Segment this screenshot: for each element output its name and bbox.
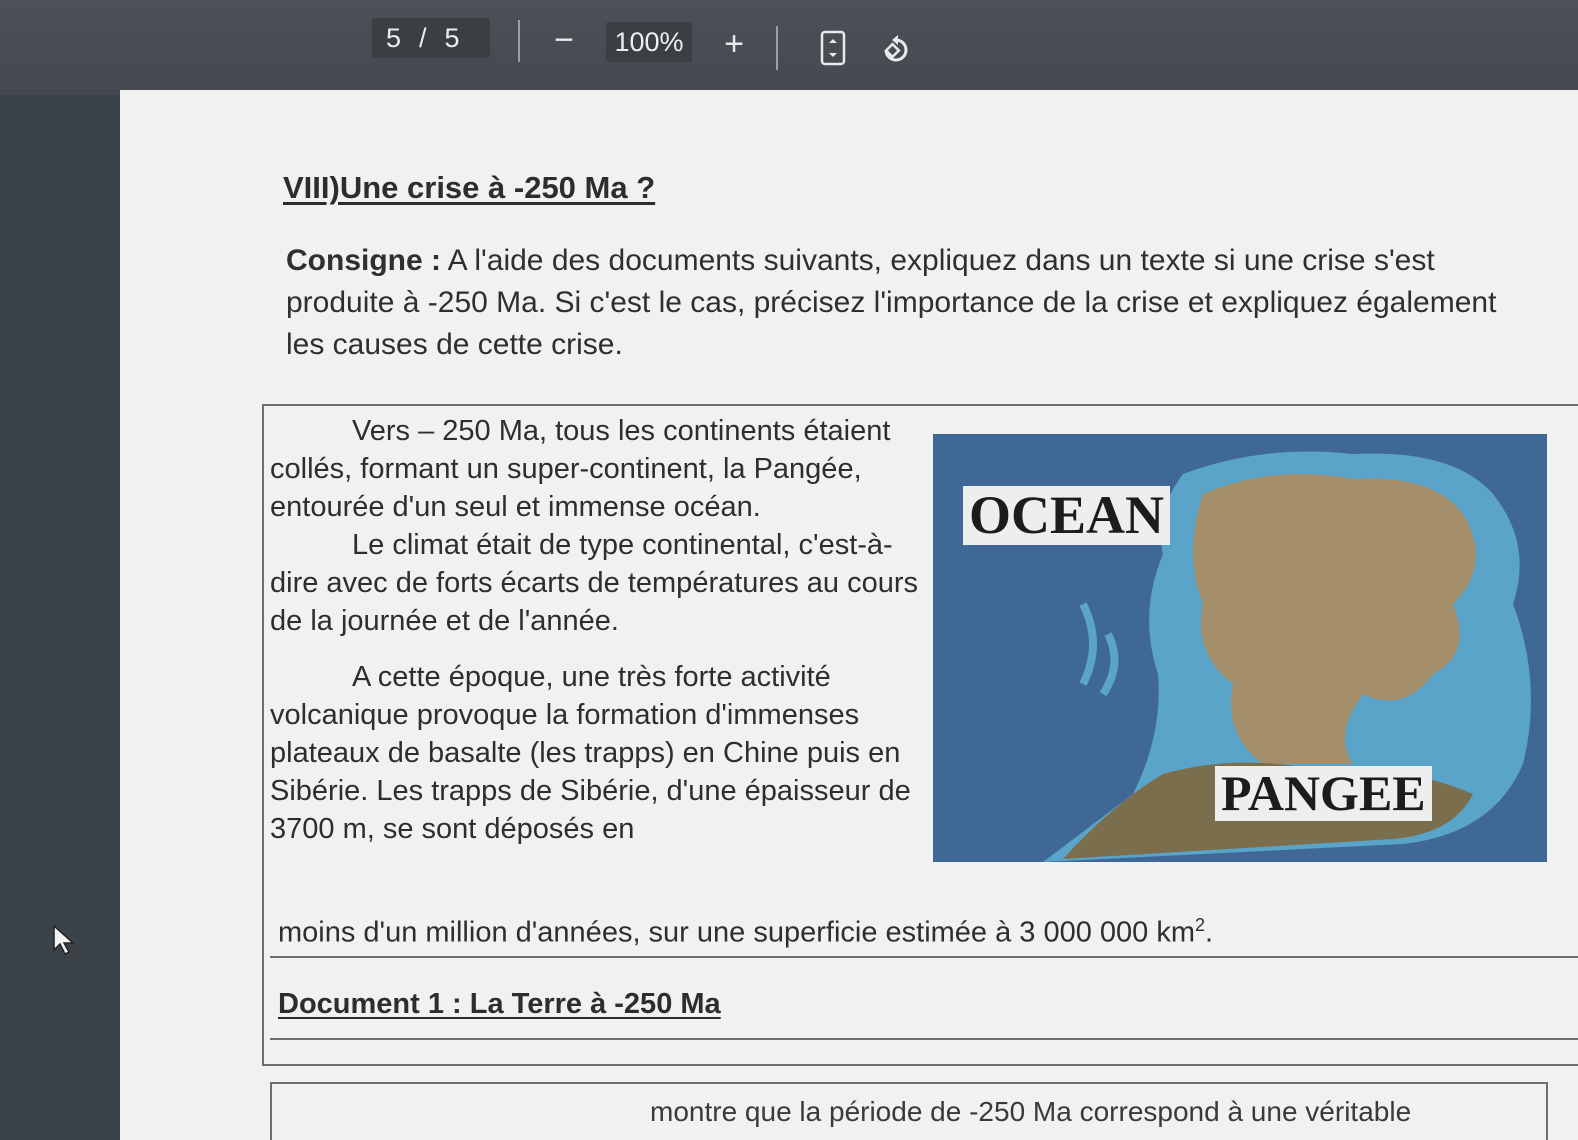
- zoom-level-field[interactable]: 100%: [606, 22, 692, 62]
- document-divider: [270, 1038, 1578, 1040]
- toolbar-divider: [776, 26, 778, 70]
- zoom-in-button[interactable]: +: [714, 24, 754, 64]
- section-heading: VIII)Une crise à -250 Ma ?: [283, 170, 656, 205]
- ocean-label: OCEAN: [963, 485, 1171, 546]
- area-text: moins d'un million d'années, sur une sup…: [278, 916, 1196, 949]
- page-indicator[interactable]: 5 / 5: [372, 18, 490, 58]
- fit-page-icon[interactable]: [814, 28, 854, 68]
- paragraph-pangee: Vers – 250 Ma, tous les continents étaie…: [270, 415, 891, 523]
- document-1-text: Vers – 250 Ma, tous les continents étaie…: [270, 412, 940, 848]
- zoom-out-button[interactable]: −: [544, 20, 584, 60]
- area-exponent: 2: [1195, 915, 1206, 935]
- pdf-toolbar: 5 / 5 − 100% +: [0, 0, 1578, 95]
- document-2-text: montre que la période de -250 Ma corresp…: [650, 1096, 1412, 1127]
- pangea-map: OCEAN PANGEE: [933, 434, 1547, 862]
- instruction-label: Consigne :: [286, 244, 441, 277]
- paragraph-climate: Le climat était de type continental, c'e…: [270, 529, 918, 637]
- mouse-pointer-icon: [52, 924, 78, 956]
- page-separator: /: [419, 23, 427, 53]
- area-period: .: [1205, 916, 1214, 949]
- document-divider: [270, 956, 1578, 958]
- total-pages: 5: [444, 23, 460, 53]
- rotate-icon[interactable]: [876, 30, 916, 70]
- toolbar-divider: [518, 20, 520, 62]
- paragraph-volcanism: A cette époque, une très forte activité …: [270, 661, 911, 845]
- pdf-page: VIII)Une crise à -250 Ma ? Consigne : A …: [120, 90, 1578, 1140]
- instruction-text: A l'aide des documents suivants, expliqu…: [286, 244, 1497, 361]
- document-1-caption: Document 1 : La Terre à -250 Ma: [278, 988, 721, 1020]
- current-page-input[interactable]: 5: [386, 18, 401, 58]
- instruction-paragraph: Consigne : A l'aide des documents suivan…: [286, 240, 1526, 366]
- paragraph-volcanism-end: moins d'un million d'années, sur une sup…: [278, 906, 1428, 952]
- pangee-label: PANGEE: [1215, 766, 1432, 821]
